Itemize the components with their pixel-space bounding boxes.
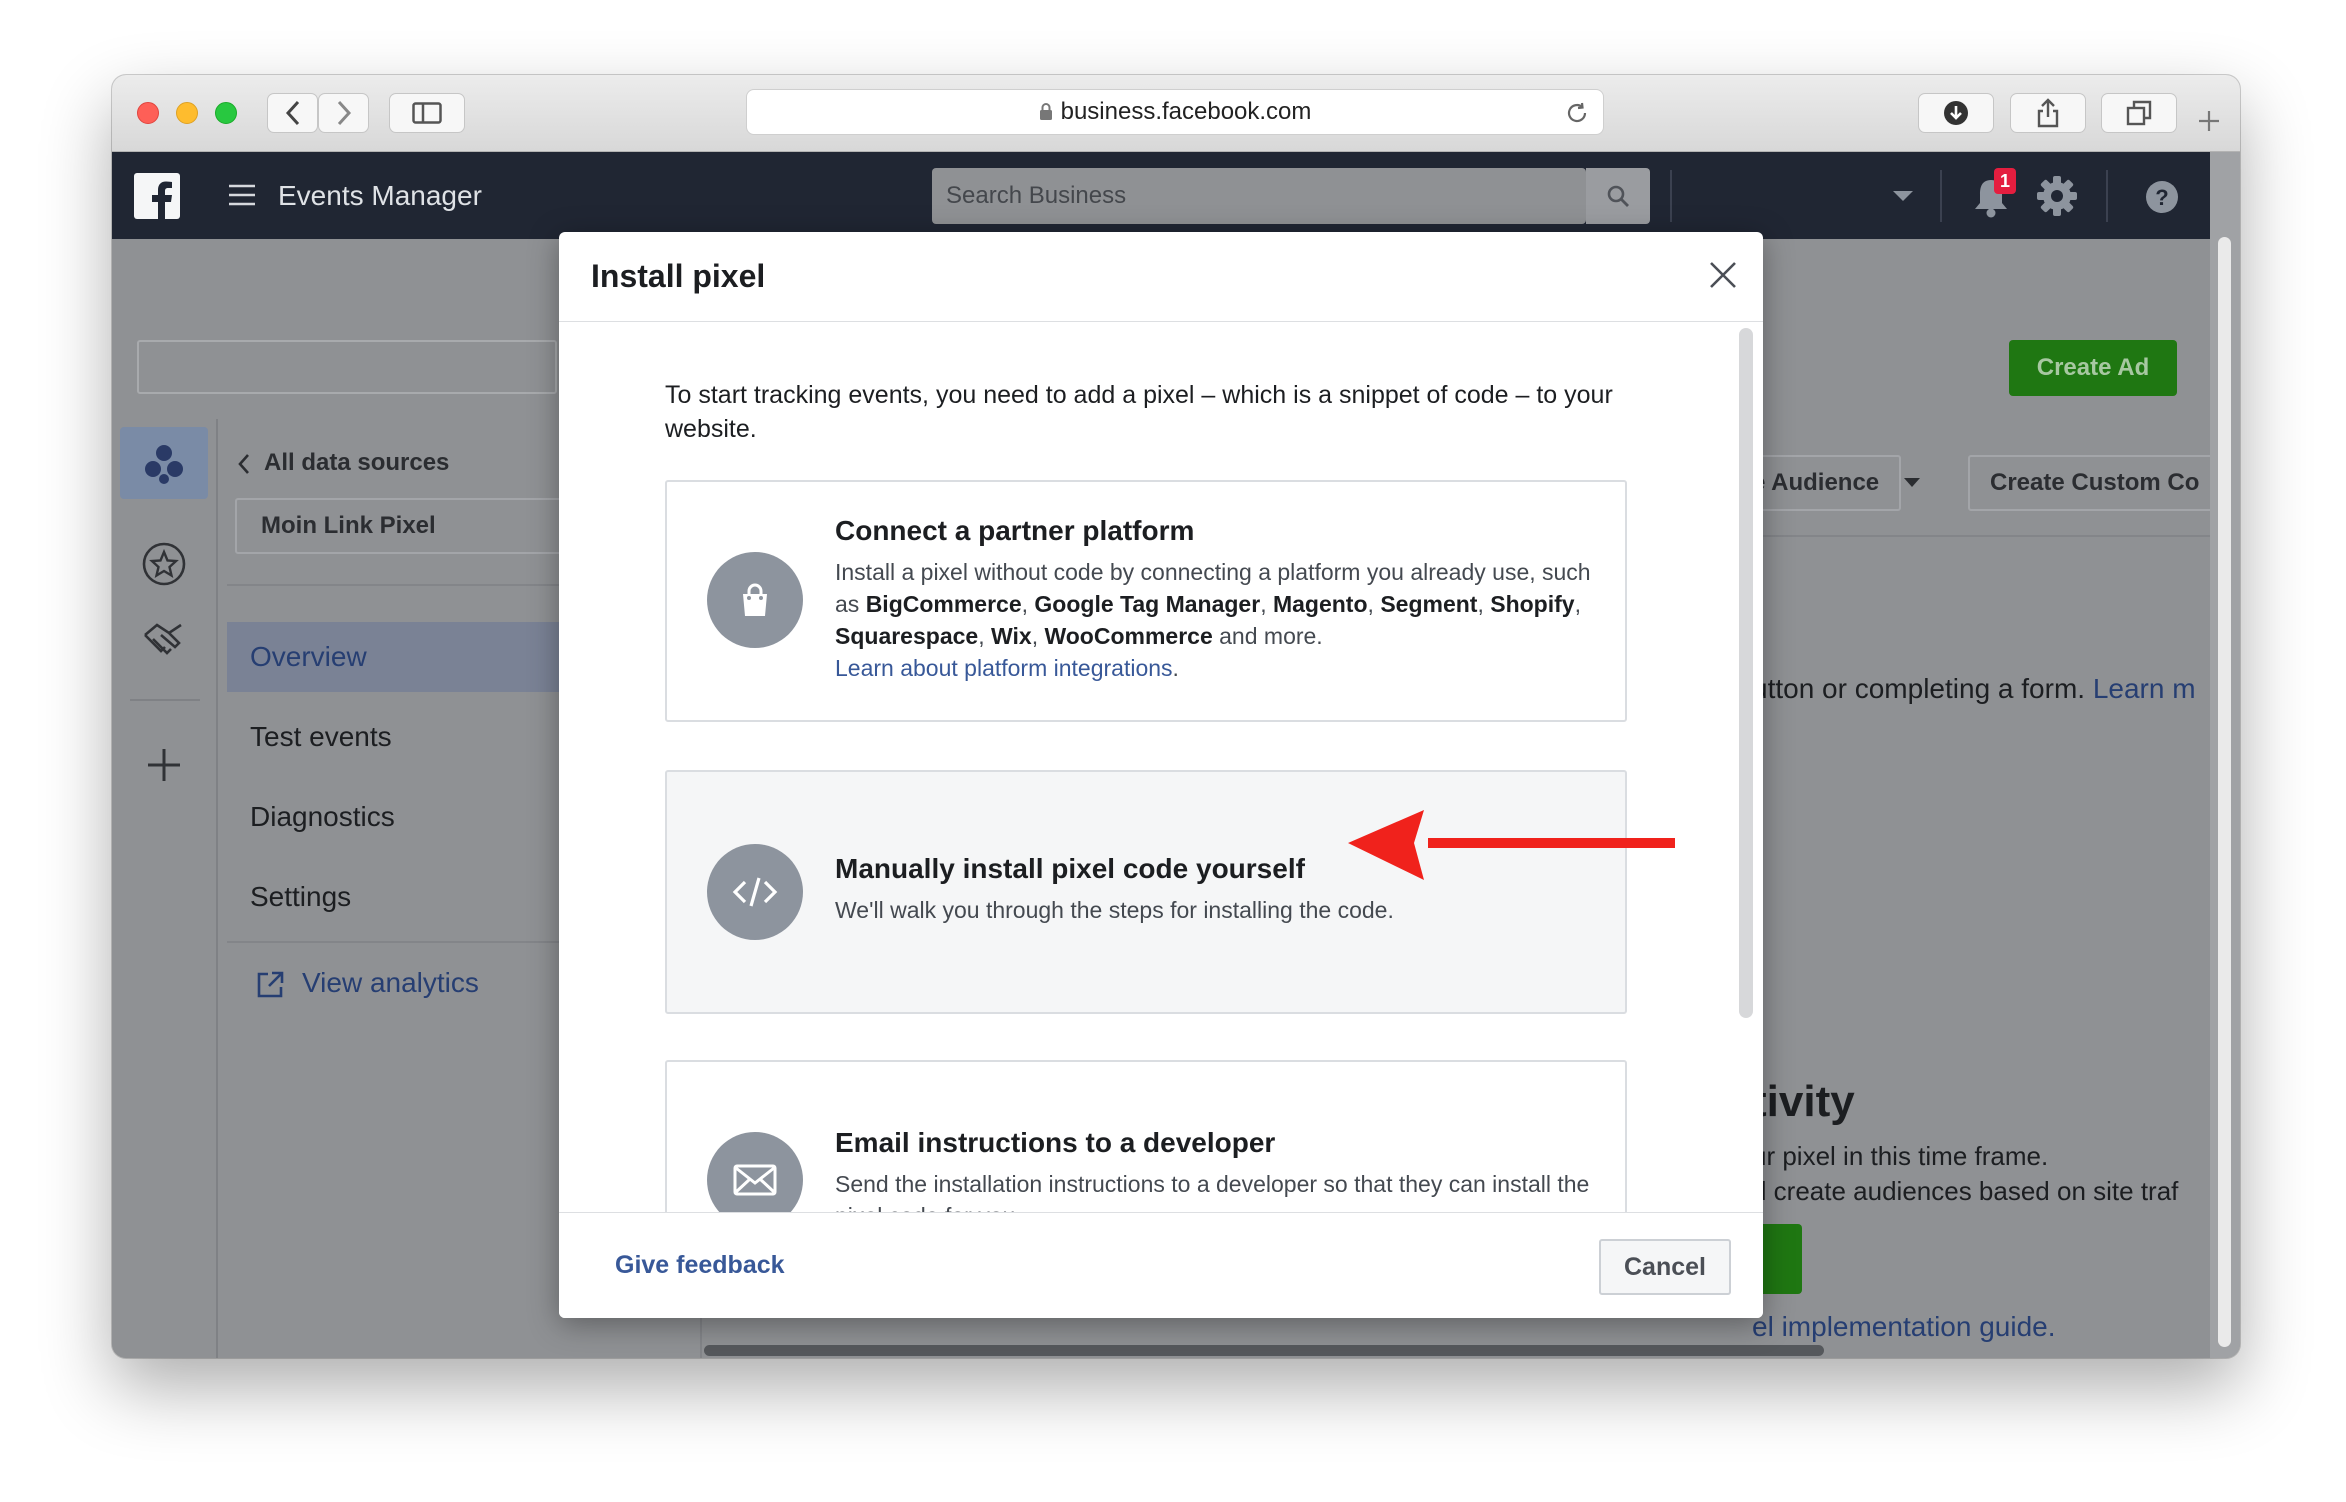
tabs-overview-button[interactable]	[2101, 93, 2177, 133]
chevron-left-icon	[238, 454, 249, 474]
zoom-window-button[interactable]	[215, 102, 237, 124]
activity-text-1: ur pixel in this time frame.	[1752, 1141, 2049, 1171]
forward-button[interactable]	[318, 93, 369, 133]
handshake-icon[interactable]	[141, 621, 187, 661]
star-circle-icon[interactable]	[141, 541, 187, 587]
code-icon	[707, 844, 803, 940]
sidebar-icon	[412, 102, 442, 124]
share-icon	[2037, 98, 2059, 128]
modal-footer: Give feedback Cancel	[559, 1212, 1763, 1318]
nav-item-test-events[interactable]: Test events	[250, 721, 392, 753]
plus-icon[interactable]	[146, 747, 182, 783]
activity-text-2: d create audiences based on site traf	[1752, 1176, 2179, 1206]
facebook-logo-icon[interactable]	[134, 173, 180, 219]
all-data-sources-link[interactable]: All data sources	[264, 449, 449, 477]
nav-item-settings[interactable]: Settings	[250, 881, 351, 913]
minimize-window-button[interactable]	[176, 102, 198, 124]
notifications-button[interactable]: 1	[1970, 168, 2016, 220]
browser-toolbar: business.facebook.com	[112, 75, 2240, 152]
share-button[interactable]	[2010, 93, 2086, 133]
option-description: We'll walk you through the steps for ins…	[835, 897, 1394, 923]
nav-divider	[227, 941, 571, 943]
hamburger-menu-icon[interactable]	[228, 183, 256, 207]
external-link-icon	[257, 971, 284, 998]
option-connect-partner[interactable]: Connect a partner platform Install a pix…	[665, 480, 1627, 722]
nav-item-overview[interactable]: Overview	[250, 641, 367, 673]
url-text: business.facebook.com	[1060, 98, 1312, 125]
option-title: Email instructions to a developer	[835, 1127, 1276, 1158]
lock-icon	[1039, 103, 1052, 120]
address-bar[interactable]: business.facebook.com	[746, 89, 1604, 135]
fb-header: Events Manager Search Business 1 ?	[112, 152, 2210, 239]
modal-intro: To start tracking events, you need to ad…	[665, 381, 1613, 443]
nav-divider	[227, 584, 571, 586]
account-dropdown-icon[interactable]	[1892, 190, 1914, 202]
app-title[interactable]: Events Manager	[278, 180, 482, 212]
create-custom-conversion-label: Create Custom Co	[1990, 469, 2200, 496]
search-button[interactable]	[1586, 168, 1650, 224]
create-ad-button[interactable]: Create Ad	[2009, 340, 2177, 396]
pixel-selector[interactable]: Moin Link Pixel	[235, 498, 571, 554]
platform-integrations-link[interactable]: Learn about platform integrations	[835, 655, 1173, 681]
chevron-right-icon	[337, 100, 351, 126]
background-text: utton or completing a form. Learn m	[1752, 673, 2196, 704]
cancel-button[interactable]: Cancel	[1599, 1239, 1731, 1295]
content-divider	[1752, 535, 2212, 537]
learn-more-link[interactable]: Learn m	[2093, 673, 2196, 704]
annotation-arrow-icon	[1348, 810, 1675, 880]
search-input[interactable]: Search Business	[932, 168, 1586, 224]
caret-down-icon	[1904, 478, 1920, 487]
close-window-button[interactable]	[137, 102, 159, 124]
search-icon	[1607, 185, 1629, 207]
back-button[interactable]	[267, 93, 318, 133]
business-selector[interactable]	[137, 340, 557, 394]
view-analytics-link[interactable]: View analytics	[302, 967, 479, 999]
help-icon[interactable]: ?	[2145, 180, 2179, 214]
svg-text:?: ?	[2155, 185, 2168, 210]
modal-title: Install pixel	[591, 258, 766, 294]
option-title: Manually install pixel code yourself	[835, 853, 1305, 884]
reload-icon[interactable]	[1565, 101, 1589, 125]
window-scrollbar[interactable]	[2218, 237, 2231, 1347]
chevron-left-icon	[285, 100, 299, 126]
window-scrollbar-track	[2210, 152, 2240, 1358]
implementation-guide-link[interactable]: el implementation guide.	[1752, 1311, 2056, 1343]
tabs-icon	[2126, 100, 2152, 126]
icon-rail	[112, 419, 218, 1358]
activity-heading: tivity	[1752, 1077, 1855, 1126]
download-icon	[1944, 101, 1968, 125]
shopping-bag-icon	[707, 552, 803, 648]
horizontal-scrollbar[interactable]	[704, 1345, 1824, 1356]
sidebar-toggle-button[interactable]	[389, 93, 465, 133]
new-tab-button[interactable]	[2189, 101, 2229, 141]
downloads-button[interactable]	[1918, 93, 1994, 133]
give-feedback-link[interactable]: Give feedback	[615, 1251, 785, 1280]
option-title: Connect a partner platform	[835, 515, 1195, 546]
header-divider	[2106, 170, 2108, 222]
rail-data-sources[interactable]	[120, 427, 208, 499]
modal-scrollbar[interactable]	[1739, 328, 1753, 1018]
audience-button-label: e Audience	[1752, 469, 1880, 496]
search-placeholder: Search Business	[946, 182, 1127, 209]
plus-icon	[2199, 111, 2219, 131]
notification-badge: 1	[1994, 168, 2016, 194]
data-sources-icon	[145, 445, 183, 484]
install-pixel-modal: Install pixel To start tracking events, …	[559, 232, 1763, 1318]
header-divider	[1670, 170, 1672, 222]
option-description: Install a pixel without code by connecti…	[835, 559, 1591, 681]
close-icon[interactable]	[1709, 261, 1737, 289]
rail-divider	[130, 699, 200, 701]
modal-header: Install pixel	[559, 232, 1763, 322]
gear-icon[interactable]	[2036, 175, 2078, 217]
nav-item-diagnostics[interactable]: Diagnostics	[250, 801, 395, 833]
header-divider	[1940, 170, 1942, 222]
option-manual-install[interactable]: Manually install pixel code yourself We'…	[665, 770, 1627, 1014]
